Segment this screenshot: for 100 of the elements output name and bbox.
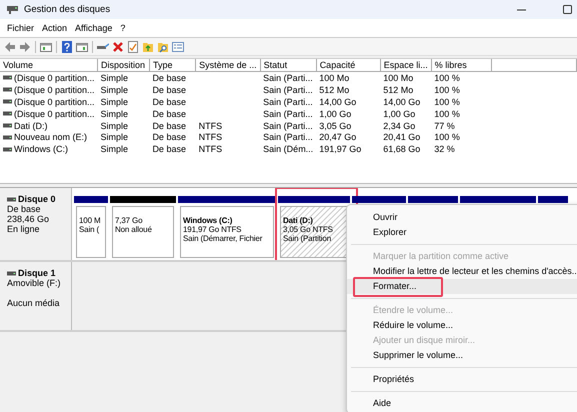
menu-item[interactable]: Formater... <box>347 279 577 294</box>
table-cell: NTFS <box>198 120 222 130</box>
table-cell: Sain (Parti... <box>263 120 313 130</box>
table-cell: 100 % <box>434 132 460 142</box>
table-cell: De base <box>152 108 186 119</box>
partition-bar <box>408 196 458 203</box>
table-cell: (Disque 0 partition... <box>14 84 95 95</box>
table-cell: De base <box>152 144 186 154</box>
table-cell: 77 % <box>434 120 455 130</box>
table-cell: (Disque 0 partition... <box>14 72 95 83</box>
table-cell: De base <box>152 72 186 83</box>
table-cell: Simple <box>100 108 128 119</box>
table-cell: Simple <box>100 120 128 130</box>
disk-management-icon <box>7 5 18 14</box>
menu-item[interactable]: Supprimer le volume... <box>347 348 577 363</box>
partition-info: Non alloué <box>115 225 153 234</box>
maximize-icon[interactable] <box>563 5 572 14</box>
partition-info: Sain (Partition <box>283 234 332 243</box>
back-arrow-icon[interactable] <box>4 40 16 52</box>
table-cell: NTFS <box>198 144 222 154</box>
drive-icon <box>7 196 16 202</box>
disk-info: 238,46 Go <box>7 214 50 224</box>
table-cell: 100 % <box>434 96 460 107</box>
partition-title: Dati (D:) <box>283 216 314 225</box>
table-cell: NTFS <box>198 132 222 142</box>
menu-item[interactable]: Fichier <box>3 22 38 34</box>
partition-info: Sain ( <box>79 225 100 234</box>
menu-item[interactable]: ? <box>116 22 130 34</box>
column-header[interactable]: Système de ... <box>196 59 260 72</box>
drive-icon <box>3 111 12 116</box>
panel-icon[interactable] <box>40 40 52 52</box>
table-cell: De base <box>152 132 186 142</box>
partition-info: 191,97 Go NTFS <box>183 225 242 234</box>
table-cell: 191,97 Go <box>319 144 362 154</box>
partition[interactable]: Windows (C:) 191,97 Go NTFS Sain (Démarrer, Fichier <box>180 206 274 258</box>
table-cell: 20,41 Go <box>383 132 420 142</box>
partition-bar <box>278 196 350 203</box>
partition[interactable]: 100 M Sain ( <box>76 206 106 258</box>
table-cell: 20,47 Go <box>319 132 356 142</box>
partition-bar <box>538 196 568 203</box>
folder-up-icon[interactable] <box>142 40 154 52</box>
column-header[interactable]: Espace li... <box>380 59 432 72</box>
partition-info: 3,05 Go NTFS <box>283 225 334 234</box>
table-cell: Sain (Dém... <box>263 144 314 154</box>
disk-name: Disque 1 <box>18 268 56 278</box>
table-cell: 14,00 Go <box>383 96 420 107</box>
table-cell: 100 % <box>434 72 460 83</box>
disk-status: En ligne <box>7 224 41 234</box>
panel-icon[interactable] <box>76 40 88 52</box>
table-cell: 1,00 Go <box>383 108 416 119</box>
table-cell: Dati (D:) <box>14 120 48 130</box>
forward-arrow-icon[interactable] <box>19 40 31 52</box>
table-cell: 14,00 Go <box>319 96 356 107</box>
table-cell: Sain (Parti... <box>263 96 313 107</box>
column-header[interactable]: Type <box>149 59 196 72</box>
menu-item[interactable]: Action <box>38 22 72 34</box>
drive-icon <box>3 123 12 128</box>
column-header[interactable]: Volume <box>0 59 98 72</box>
help-icon[interactable] <box>61 40 73 52</box>
partition-bar <box>74 196 108 203</box>
partition-bar <box>110 196 176 203</box>
table-cell: Simple <box>100 144 128 154</box>
drive-icon <box>3 99 12 104</box>
table-cell: De base <box>152 96 186 107</box>
menu-item[interactable]: Réduire le volume... <box>347 318 577 333</box>
table-cell: (Disque 0 partition... <box>14 108 95 119</box>
drive-icon <box>3 134 12 140</box>
partition[interactable]: 7,37 Go Non alloué <box>112 206 174 258</box>
disk-status: Aucun média <box>7 298 61 308</box>
table-cell: Sain (Parti... <box>263 72 313 83</box>
drive-icon <box>3 87 12 92</box>
menu-item[interactable]: Propriétés <box>347 372 577 387</box>
table-cell: Simple <box>100 72 128 83</box>
table-cell: De base <box>152 120 186 130</box>
properties-list-icon[interactable] <box>172 40 184 52</box>
partition-info: 100 M <box>79 216 102 225</box>
table-cell: 100 Mo <box>383 72 414 83</box>
partition-title: Windows (C:) <box>183 216 234 225</box>
menu-item[interactable]: Modifier la lettre de lecteur et les chemins d'accès... <box>347 264 577 279</box>
table-cell: Simple <box>100 132 128 142</box>
table-cell: Sain (Parti... <box>263 84 313 95</box>
folder-search-icon[interactable] <box>157 40 169 52</box>
partition[interactable]: Dati (D:) 3,05 Go NTFS Sain (Partition <box>280 206 348 258</box>
column-header[interactable]: Capacité <box>316 59 380 72</box>
table-cell: Simple <box>100 84 128 95</box>
column-header[interactable]: % libres <box>431 59 492 72</box>
column-header[interactable]: Disposition <box>98 59 150 72</box>
table-cell: 512 Mo <box>319 84 350 95</box>
table-cell: 1,00 Go <box>319 108 352 119</box>
checklist-icon[interactable] <box>127 40 139 52</box>
menu-item[interactable]: Explorer <box>347 225 577 240</box>
table-cell: 512 Mo <box>383 84 414 95</box>
column-header[interactable]: Statut <box>260 59 316 72</box>
menu-item[interactable]: Aide <box>347 396 577 411</box>
table-cell: Sain (Parti... <box>263 108 313 119</box>
menu-item[interactable]: Affichage <box>71 22 116 34</box>
table-cell: 32 % <box>434 144 455 154</box>
menu-item[interactable]: Ouvrir <box>347 210 577 225</box>
delete-icon[interactable] <box>112 40 124 52</box>
table-cell: 100 % <box>434 84 460 95</box>
